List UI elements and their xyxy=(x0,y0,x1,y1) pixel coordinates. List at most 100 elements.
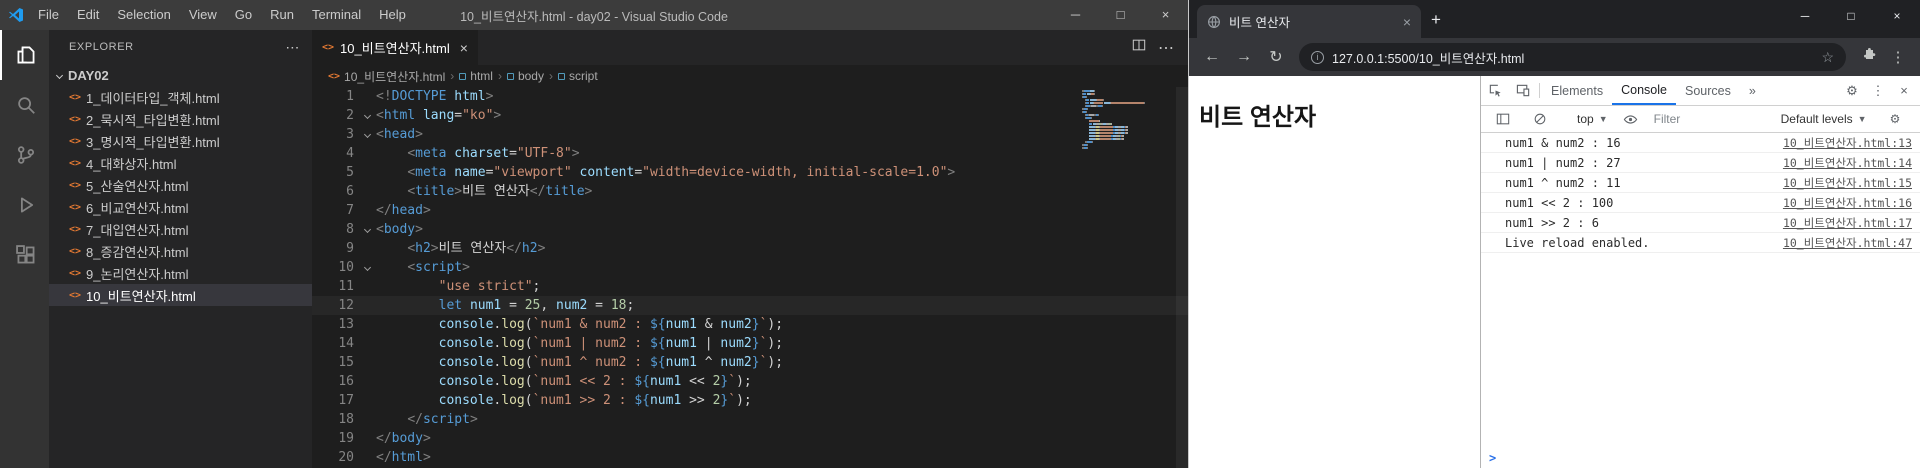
file-item[interactable]: <> 6_비교연산자.html xyxy=(49,196,312,218)
source-link[interactable]: 10_비트연산자.html:14 xyxy=(1771,155,1912,171)
vscode-titlebar: File Edit Selection View Go Run Terminal Help 1… xyxy=(0,0,1188,30)
back-icon[interactable]: ← xyxy=(1199,48,1225,66)
menu-file[interactable]: File xyxy=(29,0,68,30)
tab-close-icon[interactable]: × xyxy=(1403,14,1411,30)
html-file-icon: <> xyxy=(69,135,82,147)
fold-icon[interactable] xyxy=(358,106,376,125)
source-link[interactable]: 10_비트연산자.html:15 xyxy=(1771,175,1912,191)
editor-more-icon[interactable]: ⋯ xyxy=(1158,38,1174,58)
console-sidebar-icon[interactable] xyxy=(1489,112,1517,126)
editor-scrollbar[interactable] xyxy=(1176,87,1188,468)
devtools-settings-icon[interactable]: ⚙ xyxy=(1840,83,1864,99)
activity-bar xyxy=(0,30,49,468)
menu-run[interactable]: Run xyxy=(261,0,303,30)
browser-tab[interactable]: 비트 연산자 × xyxy=(1197,5,1421,38)
context-selector[interactable]: top ▼ xyxy=(1577,112,1608,126)
breadcrumb-item[interactable]: <> 10_비트연산자.html xyxy=(328,68,445,85)
code-line: 14 console.log(`num1 | num2 : ${num1 | n… xyxy=(338,336,784,351)
devtools-menu-icon[interactable]: ⋮ xyxy=(1866,83,1890,99)
browser-menu-icon[interactable]: ⋮ xyxy=(1886,48,1910,66)
new-tab-icon[interactable]: + xyxy=(1431,10,1441,30)
file-item[interactable]: <> 9_논리연산자.html xyxy=(49,262,312,284)
vscode-window: File Edit Selection View Go Run Terminal Help 1… xyxy=(0,0,1188,468)
log-level-selector[interactable]: Default levels ▼ xyxy=(1781,112,1867,126)
bookmark-star-icon[interactable]: ☆ xyxy=(1821,49,1834,66)
source-link[interactable]: 10_비트연산자.html:17 xyxy=(1771,215,1912,231)
more-tabs-icon[interactable]: » xyxy=(1740,76,1765,105)
menu-terminal[interactable]: Terminal xyxy=(303,0,370,30)
forward-icon[interactable]: → xyxy=(1231,48,1257,66)
fold-icon[interactable] xyxy=(358,125,376,144)
browser-tab-title: 비트 연산자 xyxy=(1229,16,1290,30)
inspect-element-icon[interactable] xyxy=(1481,76,1509,105)
search-icon[interactable] xyxy=(0,80,49,130)
editor: <> 10_비트연산자.html × ⋯ <> 10_비트연산자.html › htm… xyxy=(312,30,1188,468)
live-expression-eye-icon[interactable] xyxy=(1617,112,1645,127)
close-icon[interactable]: × xyxy=(1143,0,1188,30)
site-info-icon[interactable]: i xyxy=(1311,50,1324,64)
file-item[interactable]: <> 3_명시적_타입변환.html xyxy=(49,130,312,152)
devtools-tab-sources[interactable]: Sources xyxy=(1676,76,1740,105)
editor-tab[interactable]: <> 10_비트연산자.html × xyxy=(312,30,478,65)
console-prompt[interactable]: > xyxy=(1481,448,1920,468)
chrome-window: 비트 연산자 × + ─ □ × ← → ↻ i 127.0.0.1:5500/… xyxy=(1188,0,1920,468)
html-file-icon: <> xyxy=(69,289,82,301)
split-editor-icon[interactable] xyxy=(1132,38,1146,57)
address-bar[interactable]: i 127.0.0.1:5500/10_비트연산자.html ☆ xyxy=(1299,43,1846,71)
file-item[interactable]: <> 10_비트연산자.html xyxy=(49,284,312,306)
minimize-icon[interactable]: ─ xyxy=(1053,0,1098,30)
filter-input[interactable]: Filter xyxy=(1654,112,1772,126)
run-debug-icon[interactable] xyxy=(0,180,49,230)
file-item[interactable]: <> 4_대화상자.html xyxy=(49,152,312,174)
extensions-icon[interactable] xyxy=(0,230,49,280)
devtools-tab-console[interactable]: Console xyxy=(1612,76,1676,105)
code-line: 3 <head> xyxy=(346,125,423,144)
clear-console-icon[interactable] xyxy=(1526,112,1554,126)
folder-day02[interactable]: DAY02 xyxy=(49,64,312,86)
source-link[interactable]: 10_비트연산자.html:13 xyxy=(1771,135,1912,151)
menu-go[interactable]: Go xyxy=(226,0,261,30)
minimize-icon[interactable]: ─ xyxy=(1782,0,1828,32)
breadcrumb-item[interactable]: html xyxy=(459,69,493,83)
favicon-globe-icon xyxy=(1208,15,1220,28)
code-line: 4 <meta charset="UTF-8"> xyxy=(346,146,580,161)
html-file-icon: <> xyxy=(69,113,82,125)
source-link[interactable]: 10_비트연산자.html:47 xyxy=(1771,235,1912,251)
menu-view[interactable]: View xyxy=(180,0,226,30)
extensions-puzzle-icon[interactable] xyxy=(1856,47,1880,67)
breadcrumb-item[interactable]: script xyxy=(557,69,598,83)
tab-close-icon[interactable]: × xyxy=(460,40,468,56)
chevron-down-icon xyxy=(55,71,64,79)
source-control-icon[interactable] xyxy=(0,130,49,180)
code-line: 12 let num1 = 25, num2 = 18; xyxy=(312,296,1188,315)
maximize-icon[interactable]: □ xyxy=(1098,0,1143,30)
source-link[interactable]: 10_비트연산자.html:16 xyxy=(1771,195,1912,211)
menu-help[interactable]: Help xyxy=(370,0,415,30)
file-item[interactable]: <> 5_산술연산자.html xyxy=(49,174,312,196)
code-line: 9 <h2>비트 연산자</h2> xyxy=(346,241,546,256)
file-item[interactable]: <> 2_묵시적_타입변환.html xyxy=(49,108,312,130)
console-settings-icon[interactable]: ⚙ xyxy=(1890,112,1901,126)
fold-icon[interactable] xyxy=(358,258,376,277)
code-area[interactable]: 1 <!DOCTYPE html> 2 <html lang="ko"> 3 <head>… xyxy=(312,87,1188,468)
code-line: 18 </script> xyxy=(338,412,478,427)
console-message: num1 ^ num2 : 11 10_비트연산자.html:15 xyxy=(1481,173,1920,193)
maximize-icon[interactable]: □ xyxy=(1828,0,1874,32)
close-icon[interactable]: × xyxy=(1874,0,1920,32)
file-item[interactable]: <> 8_증감연산자.html xyxy=(49,240,312,262)
menu-selection[interactable]: Selection xyxy=(108,0,179,30)
file-item[interactable]: <> 7_대입연산자.html xyxy=(49,218,312,240)
symbol-icon xyxy=(506,72,514,80)
menu-edit[interactable]: Edit xyxy=(68,0,108,30)
code-line: 19 </body> xyxy=(338,431,431,446)
file-item[interactable]: <> 1_데이터타입_객체.html xyxy=(49,86,312,108)
device-toolbar-icon[interactable] xyxy=(1509,76,1537,105)
explorer-more-icon[interactable]: ⋯ xyxy=(285,39,300,56)
fold-icon[interactable] xyxy=(358,220,376,239)
reload-icon[interactable]: ↻ xyxy=(1263,47,1289,67)
breadcrumb-item[interactable]: body xyxy=(506,69,544,83)
devtools-tab-elements[interactable]: Elements xyxy=(1542,76,1612,105)
devtools-close-icon[interactable]: × xyxy=(1892,83,1916,98)
minimap[interactable] xyxy=(1082,89,1148,149)
explorer-icon[interactable] xyxy=(0,30,49,80)
